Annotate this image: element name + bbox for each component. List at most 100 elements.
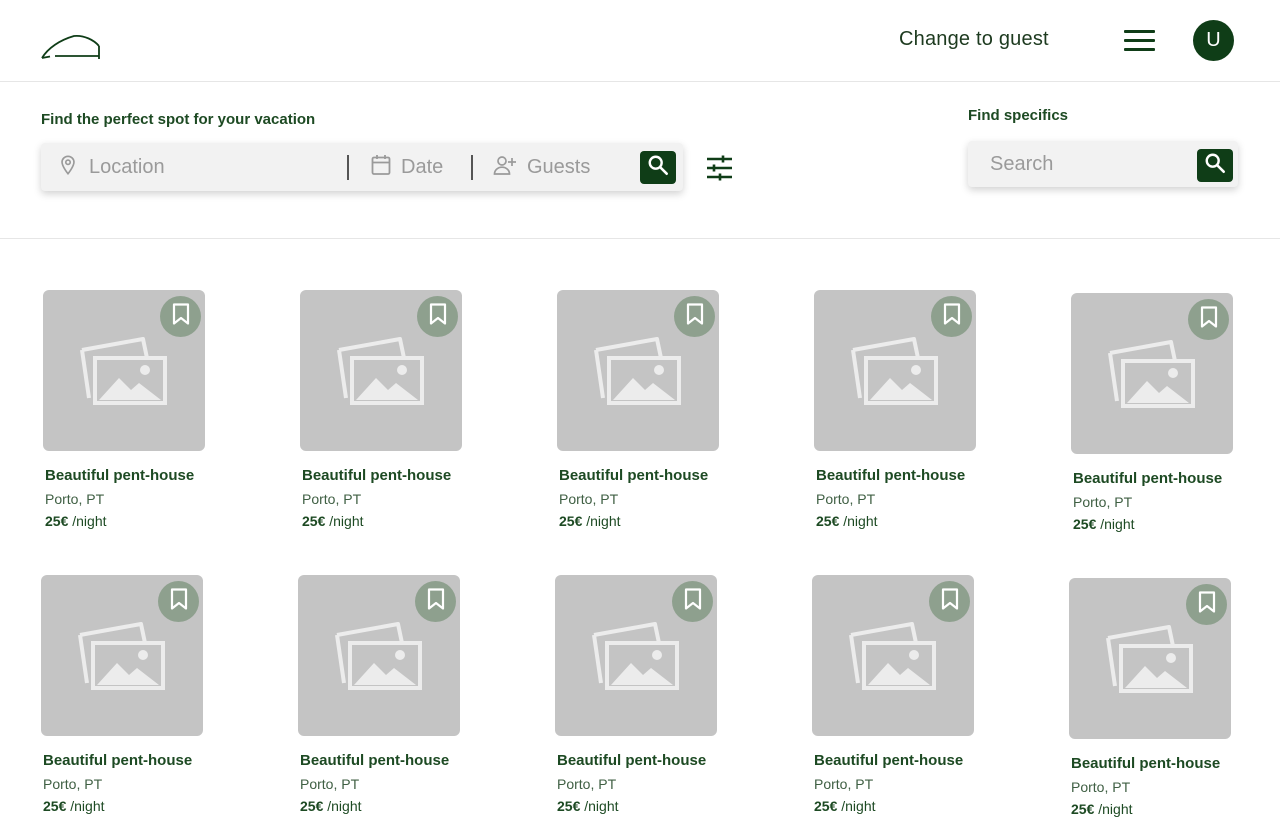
bookmark-button[interactable] bbox=[929, 581, 970, 622]
price-value: 25€ bbox=[300, 798, 324, 814]
image-placeholder-icon bbox=[593, 336, 683, 408]
listing-title: Beautiful pent-house bbox=[559, 467, 709, 484]
price-value: 25€ bbox=[816, 513, 840, 529]
image-placeholder-icon bbox=[850, 336, 940, 408]
add-user-icon bbox=[493, 155, 517, 180]
image-placeholder-icon bbox=[1107, 339, 1197, 411]
search-icon bbox=[647, 154, 669, 181]
bookmark-button[interactable] bbox=[931, 296, 972, 337]
price-unit: /night bbox=[327, 798, 362, 814]
listing-price: 25€ /night bbox=[557, 798, 619, 814]
listing-image bbox=[1071, 293, 1233, 454]
listing-title: Beautiful pent-house bbox=[43, 752, 193, 769]
price-unit: /night bbox=[329, 513, 364, 529]
bookmark-button[interactable] bbox=[158, 581, 199, 622]
date-field[interactable]: Date bbox=[371, 143, 471, 191]
image-placeholder-icon bbox=[591, 621, 681, 693]
listing-card[interactable]: Beautiful pent-house Porto, PT 25€ /nigh… bbox=[43, 290, 243, 540]
listing-title: Beautiful pent-house bbox=[814, 752, 964, 769]
listing-location: Porto, PT bbox=[43, 776, 103, 792]
price-unit: /night bbox=[72, 513, 107, 529]
location-field[interactable]: Location bbox=[57, 143, 347, 191]
listing-price: 25€ /night bbox=[45, 513, 107, 529]
listing-card[interactable]: Beautiful pent-house Porto, PT 25€ /nigh… bbox=[814, 290, 1014, 540]
bookmark-icon bbox=[427, 588, 445, 615]
listing-card[interactable]: Beautiful pent-house Porto, PT 25€ /nigh… bbox=[1069, 578, 1269, 828]
avatar[interactable]: U bbox=[1193, 20, 1234, 61]
vacation-search-bar: Location Date Guests bbox=[41, 143, 683, 191]
image-placeholder-icon bbox=[334, 621, 424, 693]
bookmark-button[interactable] bbox=[672, 581, 713, 622]
listing-image bbox=[557, 290, 719, 451]
price-value: 25€ bbox=[1071, 801, 1095, 817]
top-navbar: Change to guest U bbox=[0, 0, 1280, 82]
bookmark-icon bbox=[172, 303, 190, 330]
filter-icon[interactable] bbox=[706, 155, 733, 181]
listing-image bbox=[298, 575, 460, 736]
search-caption: Find the perfect spot for your vacation bbox=[41, 111, 316, 128]
listing-card[interactable]: Beautiful pent-house Porto, PT 25€ /nigh… bbox=[557, 290, 757, 540]
bookmark-icon bbox=[1200, 306, 1218, 333]
bookmark-button[interactable] bbox=[1188, 299, 1229, 340]
change-to-guest-link[interactable]: Change to guest bbox=[899, 28, 1049, 51]
listing-title: Beautiful pent-house bbox=[816, 467, 966, 484]
listing-location: Porto, PT bbox=[557, 776, 617, 792]
listing-location: Porto, PT bbox=[559, 491, 619, 507]
image-placeholder-icon bbox=[848, 621, 938, 693]
listing-title: Beautiful pent-house bbox=[1073, 470, 1223, 487]
bookmark-button[interactable] bbox=[674, 296, 715, 337]
listing-image bbox=[41, 575, 203, 736]
listing-location: Porto, PT bbox=[45, 491, 105, 507]
search-section: Find the perfect spot for your vacation … bbox=[0, 82, 1280, 239]
price-unit: /night bbox=[70, 798, 105, 814]
listing-price: 25€ /night bbox=[300, 798, 362, 814]
bookmark-icon bbox=[684, 588, 702, 615]
search-button[interactable] bbox=[640, 151, 676, 184]
bookmark-button[interactable] bbox=[160, 296, 201, 337]
specifics-caption: Find specifics bbox=[968, 107, 1069, 124]
listing-card[interactable]: Beautiful pent-house Porto, PT 25€ /nigh… bbox=[555, 575, 755, 825]
date-placeholder: Date bbox=[401, 155, 444, 178]
logo-icon[interactable] bbox=[40, 30, 102, 62]
listing-price: 25€ /night bbox=[816, 513, 878, 529]
menu-icon[interactable] bbox=[1124, 30, 1155, 52]
listing-location: Porto, PT bbox=[1071, 779, 1131, 795]
price-value: 25€ bbox=[302, 513, 326, 529]
listing-card[interactable]: Beautiful pent-house Porto, PT 25€ /nigh… bbox=[300, 290, 500, 540]
price-unit: /night bbox=[841, 798, 876, 814]
image-placeholder-icon bbox=[79, 336, 169, 408]
divider bbox=[471, 155, 473, 180]
bookmark-button[interactable] bbox=[417, 296, 458, 337]
bookmark-button[interactable] bbox=[1186, 584, 1227, 625]
guests-field[interactable]: Guests bbox=[493, 143, 633, 191]
listing-card[interactable]: Beautiful pent-house Porto, PT 25€ /nigh… bbox=[298, 575, 498, 825]
specifics-search-button[interactable] bbox=[1197, 149, 1233, 182]
listing-card[interactable]: Beautiful pent-house Porto, PT 25€ /nigh… bbox=[1071, 293, 1271, 543]
bookmark-icon bbox=[429, 303, 447, 330]
listing-image bbox=[300, 290, 462, 451]
listing-price: 25€ /night bbox=[43, 798, 105, 814]
price-unit: /night bbox=[843, 513, 878, 529]
bookmark-icon bbox=[1198, 591, 1216, 618]
bookmark-icon bbox=[941, 588, 959, 615]
listing-title: Beautiful pent-house bbox=[45, 467, 195, 484]
bookmark-button[interactable] bbox=[415, 581, 456, 622]
price-value: 25€ bbox=[1073, 516, 1097, 532]
listing-card[interactable]: Beautiful pent-house Porto, PT 25€ /nigh… bbox=[812, 575, 1012, 825]
price-unit: /night bbox=[584, 798, 619, 814]
listing-image bbox=[43, 290, 205, 451]
listing-card[interactable]: Beautiful pent-house Porto, PT 25€ /nigh… bbox=[41, 575, 241, 825]
divider bbox=[347, 155, 349, 180]
listing-location: Porto, PT bbox=[1073, 494, 1133, 510]
listing-location: Porto, PT bbox=[302, 491, 362, 507]
price-unit: /night bbox=[1100, 516, 1135, 532]
listing-image bbox=[555, 575, 717, 736]
bookmark-icon bbox=[686, 303, 704, 330]
listing-price: 25€ /night bbox=[1073, 516, 1135, 532]
listing-location: Porto, PT bbox=[816, 491, 876, 507]
image-placeholder-icon bbox=[336, 336, 426, 408]
bookmark-icon bbox=[943, 303, 961, 330]
specifics-search-input[interactable] bbox=[968, 141, 1193, 187]
price-unit: /night bbox=[586, 513, 621, 529]
listing-image bbox=[1069, 578, 1231, 739]
